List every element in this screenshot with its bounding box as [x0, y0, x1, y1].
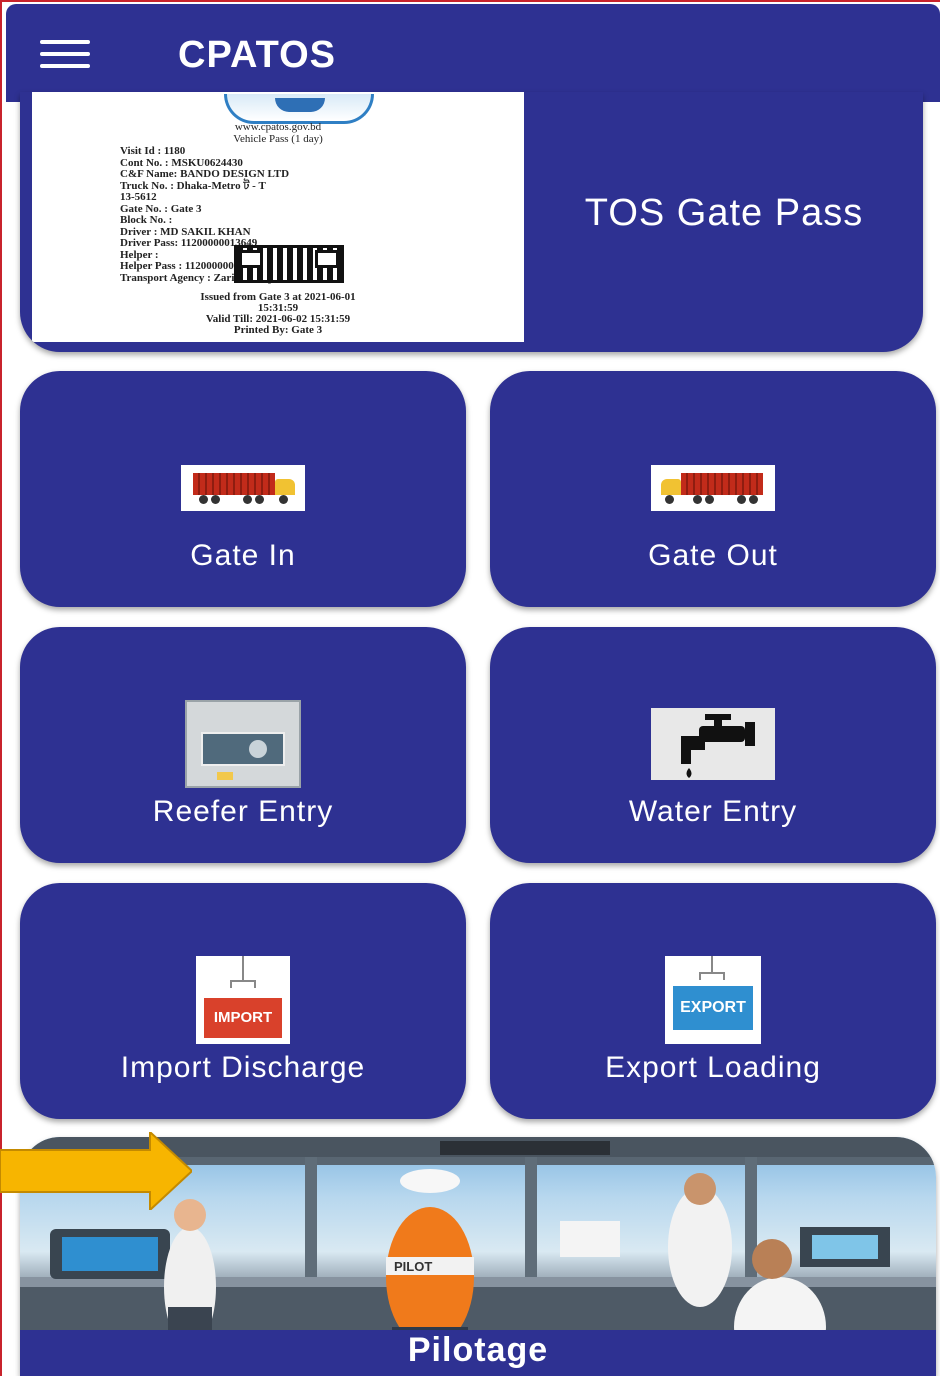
pass-printed: Printed By: Gate 3	[233, 324, 323, 336]
truck-icon	[181, 465, 305, 511]
import-discharge-label: Import Discharge	[120, 1051, 366, 1084]
gate-in-card[interactable]: Gate In	[20, 371, 466, 607]
export-container-icon: EXPORT	[665, 956, 761, 1044]
hamburger-menu-icon[interactable]	[40, 40, 90, 68]
export-loading-card[interactable]: EXPORT Export Loading	[490, 883, 936, 1119]
gate-pass-image: www.cpatos.gov.bd Vehicle Pass (1 day) V…	[32, 92, 524, 342]
export-badge: EXPORT	[673, 986, 753, 1030]
water-entry-label: Water Entry	[628, 795, 798, 828]
pass-line: 13-5612	[120, 191, 157, 203]
reefer-container-icon	[185, 700, 301, 788]
pointer-arrow-icon	[0, 1132, 192, 1210]
cpatos-logo-icon	[224, 94, 374, 124]
pass-line: Visit Id : 1180	[120, 145, 186, 157]
pilot-badge: PILOT	[394, 1259, 432, 1274]
truck-icon	[651, 465, 775, 511]
import-badge: IMPORT	[204, 998, 282, 1038]
water-tap-icon	[651, 708, 775, 780]
qr-code-icon	[234, 245, 344, 283]
pass-website: www.cpatos.gov.bd	[234, 121, 322, 133]
pass-line: Truck No. : Dhaka-Metro ট - T	[120, 179, 266, 192]
export-loading-label: Export Loading	[605, 1051, 821, 1084]
reefer-entry-card[interactable]: Reefer Entry	[20, 627, 466, 863]
gate-out-card[interactable]: Gate Out	[490, 371, 936, 607]
app-title: CPATOS	[178, 34, 337, 76]
gate-out-label: Gate Out	[648, 539, 778, 572]
pass-line: C&F Name: BANDO DESIGN LTD	[120, 168, 290, 180]
tos-gate-pass-card[interactable]: www.cpatos.gov.bd Vehicle Pass (1 day) V…	[20, 92, 923, 352]
water-entry-card[interactable]: Water Entry	[490, 627, 936, 863]
pass-type: Vehicle Pass (1 day)	[233, 133, 323, 145]
app-bar: CPATOS	[6, 4, 940, 102]
gate-in-label: Gate In	[190, 539, 296, 572]
pass-line: Block No. :	[120, 214, 173, 226]
import-container-icon: IMPORT	[196, 956, 290, 1044]
reefer-entry-label: Reefer Entry	[152, 795, 334, 828]
pass-line: Gate No. : Gate 3	[120, 202, 202, 215]
import-discharge-card[interactable]: IMPORT Import Discharge	[20, 883, 466, 1119]
pilotage-label: Pilotage	[407, 1331, 549, 1369]
tos-gate-pass-label: TOS Gate Pass	[584, 192, 864, 234]
